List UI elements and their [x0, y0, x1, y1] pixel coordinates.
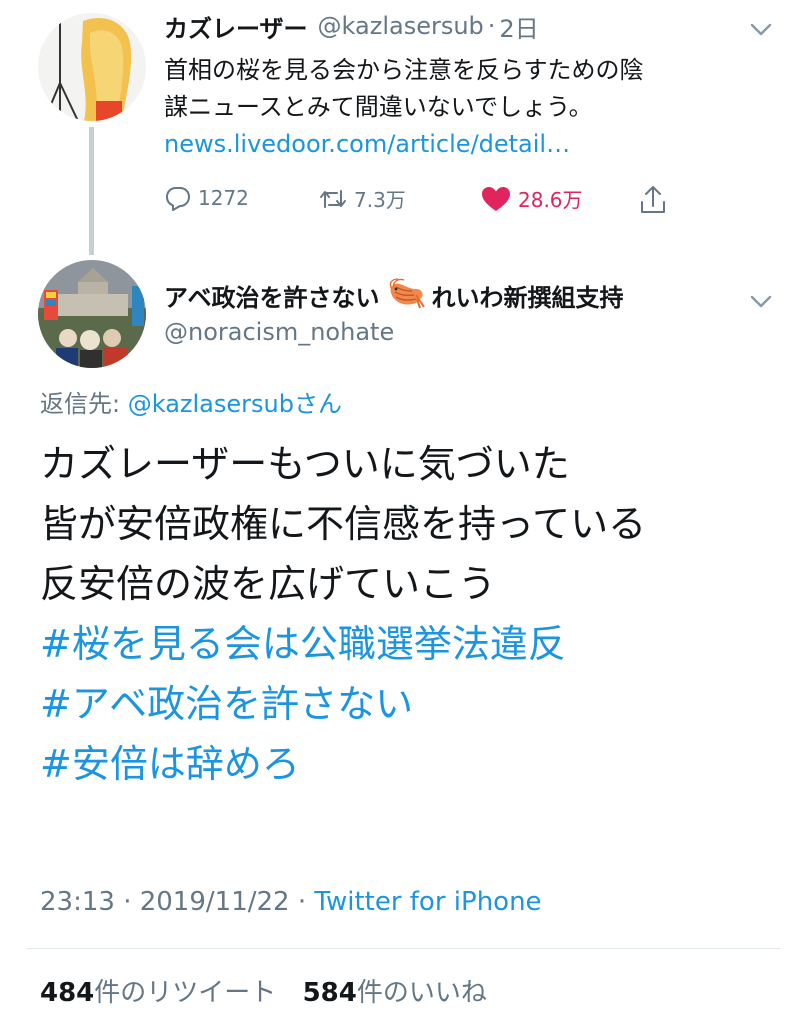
hashtag-link[interactable]: #桜を見る会は公職選挙法違反	[40, 614, 646, 674]
hashtag-link[interactable]: #アベ政治を許さない	[40, 674, 646, 734]
parent-handle[interactable]: @kazlasersub	[318, 12, 484, 40]
share-button[interactable]	[638, 184, 668, 216]
body-line: 反安倍の波を広げていこう	[40, 562, 497, 606]
main-handle[interactable]: @noracism_nohate	[164, 314, 394, 350]
body-line: カズレーザーもついに気づいた	[40, 442, 570, 486]
main-display-name-part[interactable]: アベ政治を許さない	[164, 278, 380, 313]
shrimp-icon	[386, 277, 426, 313]
heart-icon	[480, 185, 512, 213]
thread-connector-line	[89, 127, 94, 255]
parent-text-line: 謀ニュースとみて間違いないでしょう。	[164, 93, 593, 121]
like-button[interactable]: 28.6万	[480, 184, 583, 213]
share-icon	[638, 184, 668, 216]
reply-count: 1272	[198, 186, 249, 210]
retweets-label: 件のリツイート	[94, 978, 277, 1008]
parent-time[interactable]: 2日	[499, 9, 538, 44]
main-avatar[interactable]	[38, 260, 146, 368]
body-line: 皆が安倍政権に不信感を持っている	[40, 502, 647, 546]
like-count: 28.6万	[518, 188, 583, 212]
tweet-body: カズレーザーもついに気づいた 皆が安倍政権に不信感を持っている 反安倍の波を広げ…	[40, 434, 646, 794]
parent-avatar[interactable]	[38, 13, 146, 121]
tweet-meta: 23:13 · 2019/11/22 · Twitter for iPhone	[40, 883, 542, 921]
parent-display-name[interactable]: カズレーザー	[164, 9, 308, 44]
parent-link[interactable]: news.livedoor.com/article/detail…	[164, 126, 644, 163]
reply-icon	[164, 184, 192, 212]
likes-stat[interactable]: 584件のいいね	[303, 978, 487, 1008]
retweets-stat[interactable]: 484件のリツイート	[40, 978, 285, 1008]
reply-to-handle[interactable]: @kazlasersubさん	[128, 390, 342, 418]
hashtag-link[interactable]: #安倍は辞めろ	[40, 734, 646, 794]
tweet-stats: 484件のリツイート 584件のいいね	[40, 974, 487, 1012]
reply-button[interactable]: 1272	[164, 184, 249, 212]
parent-time-separator: ·	[487, 12, 496, 40]
main-avatar-image	[38, 260, 146, 368]
retweets-count: 484	[40, 978, 95, 1008]
main-chevron-down-icon[interactable]	[744, 284, 778, 318]
likes-label: 件のいいね	[356, 978, 487, 1008]
divider	[26, 948, 780, 949]
retweet-button[interactable]: 7.3万	[318, 184, 406, 213]
reply-to-label: 返信先:	[40, 390, 121, 418]
likes-count: 584	[302, 978, 357, 1008]
tweet-client-link[interactable]: Twitter for iPhone	[314, 887, 541, 917]
reply-to-line: 返信先: @kazlasersubさん	[40, 386, 342, 422]
main-display-name-part[interactable]: れいわ新撰組支持	[432, 278, 624, 313]
retweet-icon	[318, 185, 348, 213]
parent-text-line: 首相の桜を見る会から注意を反らすための陰	[164, 56, 644, 84]
retweet-count: 7.3万	[354, 188, 406, 212]
parent-chevron-down-icon[interactable]	[744, 12, 778, 46]
tweet-timestamp[interactable]: 23:13 · 2019/11/22 ·	[40, 887, 314, 917]
parent-avatar-image	[38, 13, 146, 121]
